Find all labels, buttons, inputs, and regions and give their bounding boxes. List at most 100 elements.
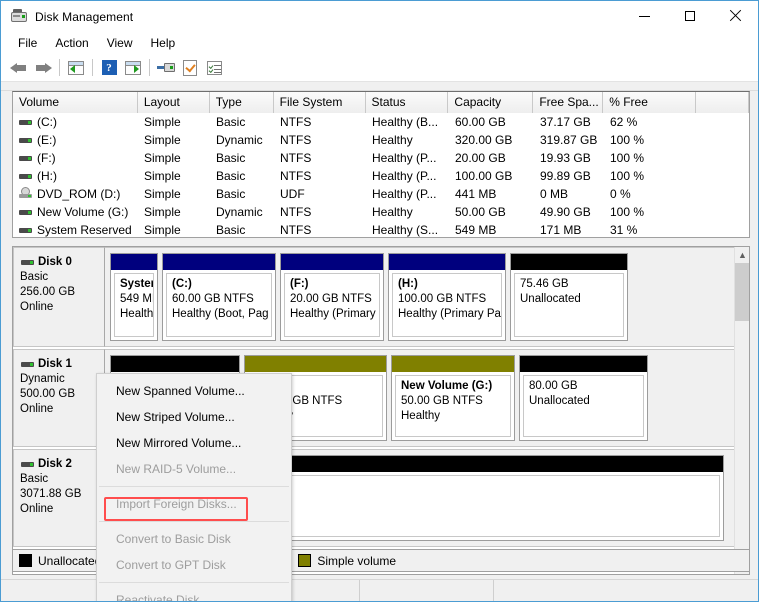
column-header-free[interactable]: % Free — [603, 92, 696, 113]
cell-capacity: 320.00 GB — [449, 131, 534, 149]
menu-separator — [99, 486, 289, 487]
partition-details: (H:)100.00 GB NTFSHealthy (Primary Pa — [392, 273, 502, 337]
cell-type: Basic — [210, 113, 274, 131]
cell-percent-free: 100 % — [604, 131, 697, 149]
menu-action[interactable]: Action — [46, 33, 97, 53]
partition[interactable]: 80.00 GBUnallocated — [519, 355, 648, 441]
disk-row-0[interactable]: Disk 0Basic256.00 GBOnlineSystem Reserve… — [13, 247, 735, 347]
forward-icon — [34, 61, 52, 75]
minimize-icon — [639, 16, 650, 17]
cell-volume: (C:) — [13, 113, 138, 131]
volume-name: DVD_ROM (D:) — [37, 185, 120, 203]
disk-state: Online — [20, 402, 104, 417]
scrollbar-thumb[interactable] — [735, 263, 750, 321]
cell-free-space: 0 MB — [534, 185, 604, 203]
cell-file-system: UDF — [274, 185, 366, 203]
show-hide-console-tree-button[interactable] — [121, 56, 145, 80]
partition[interactable]: System Reserved549 MB NTFSHealthy ( — [110, 253, 158, 341]
partition[interactable]: (C:)60.00 GB NTFSHealthy (Boot, Pag — [162, 253, 276, 341]
toolbar-underline — [1, 82, 758, 91]
volume-row[interactable]: (H:)SimpleBasicNTFSHealthy (P...100.00 G… — [13, 167, 749, 185]
partition-name: (F:) — [290, 277, 379, 292]
disk-management-window: Disk Management File Action View Help ? — [0, 0, 759, 602]
menu-item-convert-to-gpt-disk: Convert to GPT Disk — [97, 552, 291, 578]
disk-pane-scrollbar[interactable]: ▲ ▼ — [734, 247, 749, 574]
forward-button[interactable] — [31, 56, 55, 80]
disk-info-panel[interactable]: Disk 0Basic256.00 GBOnline — [13, 247, 105, 347]
cell-type: Dynamic — [210, 203, 274, 221]
disk-context-menu[interactable]: New Spanned Volume...New Striped Volume.… — [96, 373, 292, 602]
partition-name: (H:) — [398, 277, 501, 292]
rescan-disks-button[interactable] — [154, 56, 178, 80]
cell-status: Healthy (P... — [366, 167, 449, 185]
menu-item-import-foreign-disks: Import Foreign Disks... — [97, 491, 291, 517]
disk-management-icon — [11, 9, 27, 25]
partition[interactable]: (H:)100.00 GB NTFSHealthy (Primary Pa — [388, 253, 506, 341]
close-button[interactable] — [712, 1, 758, 31]
show-action-pane-button[interactable] — [202, 56, 226, 80]
disk-name: Disk 1 — [38, 357, 72, 372]
cell-file-system: NTFS — [274, 167, 366, 185]
hard-disk-icon — [20, 254, 36, 270]
partition-status: Healthy — [401, 409, 510, 424]
volume-list-header: VolumeLayoutTypeFile SystemStatusCapacit… — [13, 92, 749, 113]
volume-row[interactable]: New Volume (G:)SimpleDynamicNTFSHealthy5… — [13, 203, 749, 221]
partition-status: Healthy (Primary — [290, 307, 379, 322]
maximize-button[interactable] — [667, 1, 712, 31]
partition[interactable]: (F:)20.00 GB NTFSHealthy (Primary — [280, 253, 384, 341]
cell-type: Basic — [210, 221, 274, 238]
disk-type: Basic — [20, 472, 104, 487]
volume-row[interactable]: (E:)SimpleDynamicNTFSHealthy320.00 GB319… — [13, 131, 749, 149]
cell-status: Healthy (S... — [366, 221, 449, 238]
partition[interactable]: 75.46 GBUnallocated — [510, 253, 628, 341]
cell-volume: (E:) — [13, 131, 138, 149]
hard-disk-icon — [18, 204, 34, 220]
cell-capacity: 100.00 GB — [449, 167, 534, 185]
minimize-button[interactable] — [622, 1, 667, 31]
partition-status: Healthy (Primary Pa — [398, 307, 501, 322]
help-button[interactable]: ? — [97, 56, 121, 80]
menu-file[interactable]: File — [9, 33, 46, 53]
partition-color-bar — [163, 254, 275, 270]
back-button[interactable] — [7, 56, 31, 80]
column-header-file-system[interactable]: File System — [274, 92, 366, 113]
partition[interactable]: New Volume (G:)50.00 GB NTFSHealthy — [391, 355, 515, 441]
scroll-up-button[interactable]: ▲ — [735, 247, 750, 263]
menu-item-new-mirrored-volume[interactable]: New Mirrored Volume... — [97, 430, 291, 456]
column-header-volume[interactable]: Volume — [13, 92, 138, 113]
partition-color-bar — [392, 356, 514, 372]
column-header-layout[interactable]: Layout — [138, 92, 210, 113]
column-header-type[interactable]: Type — [210, 92, 274, 113]
cell-free-space: 99.89 GB — [534, 167, 604, 185]
cell-capacity: 60.00 GB — [449, 113, 534, 131]
back-icon — [10, 61, 28, 75]
partition-size: 549 MB NTFS — [120, 292, 153, 307]
volume-row[interactable]: System ReservedSimpleBasicNTFSHealthy (S… — [13, 221, 749, 238]
disk-type: Dynamic — [20, 372, 104, 387]
partition-details: 75.46 GBUnallocated — [514, 273, 624, 337]
up-one-level-button[interactable] — [64, 56, 88, 80]
cell-free-space: 171 MB — [534, 221, 604, 238]
disk-info-panel[interactable]: Disk 1Dynamic500.00 GBOnline — [13, 349, 105, 447]
column-header-status[interactable]: Status — [366, 92, 449, 113]
volume-row[interactable]: (C:)SimpleBasicNTFSHealthy (B...60.00 GB… — [13, 113, 749, 131]
menu-item-new-striped-volume[interactable]: New Striped Volume... — [97, 404, 291, 430]
cell-file-system: NTFS — [274, 131, 366, 149]
menu-help[interactable]: Help — [142, 33, 185, 53]
column-header-blank[interactable] — [696, 92, 749, 113]
volume-row[interactable]: (F:)SimpleBasicNTFSHealthy (P...20.00 GB… — [13, 149, 749, 167]
cd-rom-icon — [18, 186, 34, 202]
properties-button[interactable] — [178, 56, 202, 80]
cell-volume: DVD_ROM (D:) — [13, 185, 138, 203]
cell-type: Dynamic — [210, 131, 274, 149]
close-icon — [729, 10, 741, 22]
disk-name: Disk 0 — [38, 255, 72, 270]
menu-view[interactable]: View — [98, 33, 142, 53]
menu-item-new-spanned-volume[interactable]: New Spanned Volume... — [97, 378, 291, 404]
disk-info-panel[interactable]: Disk 2Basic3071.88 GBOnline — [13, 449, 105, 547]
status-cell — [494, 580, 758, 601]
column-header-free-spa[interactable]: Free Spa... — [533, 92, 603, 113]
volume-list: VolumeLayoutTypeFile SystemStatusCapacit… — [12, 91, 750, 238]
volume-row[interactable]: DVD_ROM (D:)SimpleBasicUDFHealthy (P...4… — [13, 185, 749, 203]
column-header-capacity[interactable]: Capacity — [448, 92, 533, 113]
